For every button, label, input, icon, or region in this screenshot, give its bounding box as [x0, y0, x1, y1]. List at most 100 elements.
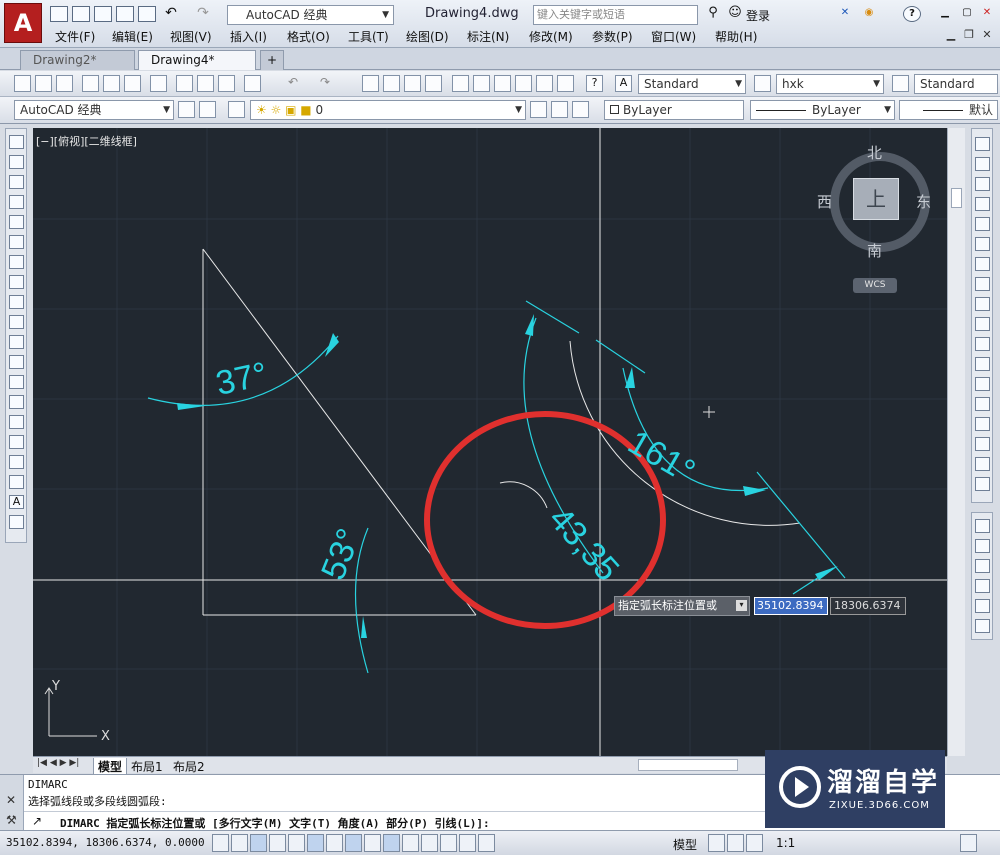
- transparency-icon[interactable]: [421, 834, 438, 852]
- line-icon[interactable]: [9, 135, 24, 149]
- maximize-icon[interactable]: ▢: [958, 6, 976, 22]
- spline-icon[interactable]: [9, 295, 24, 309]
- polyline-icon[interactable]: [9, 175, 24, 189]
- save-icon[interactable]: [56, 75, 73, 92]
- break-icon[interactable]: [975, 377, 990, 391]
- hatch-to-back-icon[interactable]: [975, 619, 990, 633]
- viewcube-north[interactable]: 北: [867, 142, 882, 163]
- table-icon[interactable]: [9, 475, 24, 489]
- 3d-object-snap-icon[interactable]: [326, 834, 343, 852]
- tab-drawing4[interactable]: Drawing4*: [138, 50, 256, 70]
- pan-status-icon[interactable]: [746, 834, 763, 852]
- menu-draw[interactable]: 绘图(D): [406, 28, 449, 45]
- viewcube-east[interactable]: 东: [916, 191, 931, 212]
- application-menu-button[interactable]: A: [4, 3, 42, 43]
- multiline-text-icon[interactable]: A: [9, 495, 24, 509]
- blend-curves-icon[interactable]: [975, 457, 990, 471]
- rectangle-icon[interactable]: [9, 215, 24, 229]
- calculator-icon[interactable]: [557, 75, 574, 92]
- redo-icon[interactable]: ↷: [320, 75, 337, 92]
- redo-icon[interactable]: ↷: [194, 6, 212, 22]
- insert-block-icon[interactable]: [9, 355, 24, 369]
- layer-select[interactable]: ☀ ☼ ▣ ■ 0 ▼: [250, 100, 526, 120]
- revision-cloud-icon[interactable]: [9, 275, 24, 289]
- close-icon[interactable]: ✕: [6, 793, 16, 807]
- pan-icon[interactable]: [362, 75, 379, 92]
- save-icon[interactable]: [94, 6, 112, 22]
- send-under-icon[interactable]: [975, 579, 990, 593]
- lineweight-icon[interactable]: [402, 834, 419, 852]
- new-icon[interactable]: [14, 75, 31, 92]
- menu-tools[interactable]: 工具(T): [348, 28, 389, 45]
- dynamic-input-y[interactable]: 18306.6374: [830, 597, 906, 615]
- connect-icon[interactable]: ◉: [860, 6, 878, 22]
- match-properties-icon[interactable]: [244, 75, 261, 92]
- send-to-back-icon[interactable]: [975, 539, 990, 553]
- menu-insert[interactable]: 插入(I): [230, 28, 267, 45]
- tab-layout1[interactable]: 布局1: [131, 758, 163, 775]
- break-at-point-icon[interactable]: [975, 357, 990, 371]
- region-icon[interactable]: [9, 455, 24, 469]
- gradient-icon[interactable]: [9, 435, 24, 449]
- binoculars-icon[interactable]: ⚲: [704, 6, 722, 22]
- erase-icon[interactable]: [975, 137, 990, 151]
- annotation-monitor-icon[interactable]: [478, 834, 495, 852]
- extend-icon[interactable]: [975, 337, 990, 351]
- add-selected-icon[interactable]: [9, 515, 24, 529]
- annotation-scale[interactable]: 1:1: [776, 836, 795, 850]
- wcs-menu[interactable]: WCS: [853, 278, 897, 293]
- explode-icon[interactable]: [975, 477, 990, 491]
- ortho-mode-icon[interactable]: [269, 834, 286, 852]
- object-snap-icon[interactable]: [307, 834, 324, 852]
- close-icon[interactable]: ✕: [978, 6, 996, 22]
- new-tab-button[interactable]: +: [260, 50, 284, 70]
- markup-icon[interactable]: [536, 75, 553, 92]
- hatch-icon[interactable]: [9, 415, 24, 429]
- ellipse-icon[interactable]: [9, 315, 24, 329]
- undo-icon[interactable]: ↶: [288, 75, 305, 92]
- exchange-icon[interactable]: ✕: [836, 6, 854, 22]
- stretch-icon[interactable]: [975, 297, 990, 311]
- mirror-icon[interactable]: [975, 177, 990, 191]
- quick-properties-icon[interactable]: [440, 834, 457, 852]
- ellipse-arc-icon[interactable]: [9, 335, 24, 349]
- drawing-canvas[interactable]: Y X 37° 53° 161° 43,35: [33, 128, 947, 756]
- color-select[interactable]: ByLayer: [604, 100, 744, 120]
- viewcube-south[interactable]: 南: [867, 240, 882, 261]
- design-center-icon[interactable]: [473, 75, 490, 92]
- polar-tracking-icon[interactable]: [288, 834, 305, 852]
- layer-previous-icon[interactable]: [551, 101, 568, 118]
- viewport-controls[interactable]: [−][俯视][二维线框]: [36, 133, 137, 149]
- zoom-realtime-icon[interactable]: [383, 75, 400, 92]
- lineweight-select[interactable]: 默认: [899, 100, 998, 120]
- user-icon[interactable]: ☺: [726, 6, 744, 22]
- quick-view-layouts-icon[interactable]: [708, 834, 725, 852]
- paste-icon[interactable]: [218, 75, 235, 92]
- undo-icon[interactable]: ↶: [162, 6, 180, 22]
- plot-icon[interactable]: [138, 6, 156, 22]
- open-file-icon[interactable]: [72, 6, 90, 22]
- dynamic-input-icon[interactable]: [383, 834, 400, 852]
- rotate-icon[interactable]: [975, 257, 990, 271]
- text-style-select[interactable]: Standard ▼: [638, 74, 746, 94]
- dropdown-icon[interactable]: ▾: [736, 600, 747, 611]
- dynamic-ucs-icon[interactable]: [364, 834, 381, 852]
- minimize-icon[interactable]: ▁: [936, 6, 954, 22]
- print-icon[interactable]: [82, 75, 99, 92]
- vertical-scrollbar[interactable]: [947, 128, 965, 756]
- grid-display-icon[interactable]: [250, 834, 267, 852]
- bring-to-front-icon[interactable]: [975, 519, 990, 533]
- wrench-icon[interactable]: ⚒: [6, 813, 17, 827]
- menu-parametric[interactable]: 参数(P): [592, 28, 633, 45]
- object-snap-tracking-icon[interactable]: [345, 834, 362, 852]
- make-current-layer-icon[interactable]: [530, 101, 547, 118]
- menu-edit[interactable]: 编辑(E): [112, 28, 153, 45]
- menu-dimension[interactable]: 标注(N): [467, 28, 509, 45]
- publish-icon[interactable]: [124, 75, 141, 92]
- workspace-select[interactable]: AutoCAD 经典 ▼: [227, 5, 394, 25]
- scale-icon[interactable]: [975, 277, 990, 291]
- cut-icon[interactable]: [176, 75, 193, 92]
- tab-layout2[interactable]: 布局2: [173, 758, 205, 775]
- preview-icon[interactable]: [103, 75, 120, 92]
- new-file-icon[interactable]: [50, 6, 68, 22]
